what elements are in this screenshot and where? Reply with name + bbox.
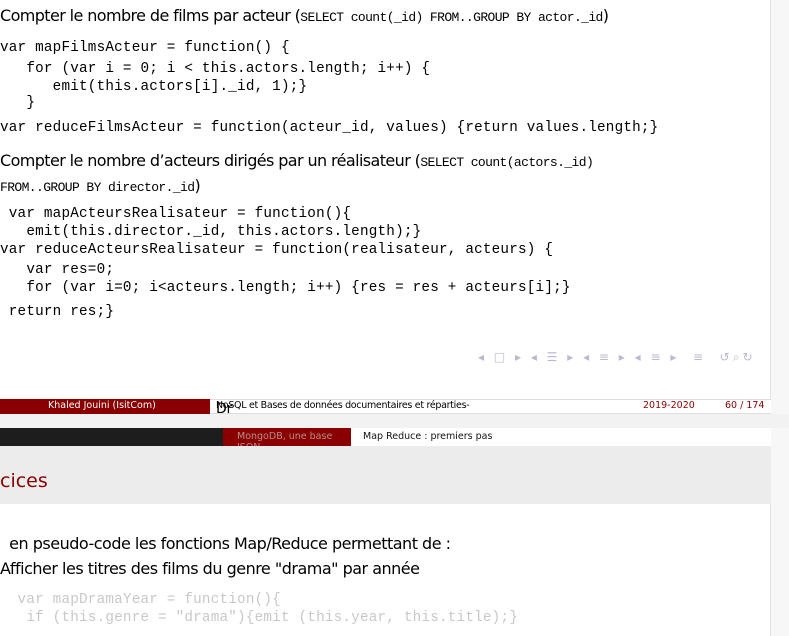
code-line: emit(this.actors[i]._id, 1);} (0, 79, 308, 95)
heading-acteurs-realisateur-line2: FROM..GROUP BY director._id) (0, 176, 201, 195)
beamer-navigation-controls[interactable]: ◂ □ ▸ ◂ ☰ ▸ ◂ ≡ ▸ ◂ ≡ ▸ ≡ ↺⌕↻ (478, 350, 756, 365)
footer-author-box: Khaled Jouini (IsitCom) (0, 399, 210, 414)
heading-films-par-acteur: Compter le nombre de films par acteur (S… (0, 6, 609, 25)
footer-date-page-box: 2019-2020 60 / 174 (494, 399, 771, 414)
code-line: var res=0; (0, 262, 115, 278)
code-line: for (var i=0; i<acteurs.length; i++) {re… (0, 280, 571, 296)
code-line: var reduceActeursRealisateur = function(… (0, 242, 554, 258)
footer-year: 2019-2020 (643, 400, 695, 411)
section-header-bar: MongoDB, une base JSON Map Reduce : prem… (0, 428, 771, 453)
code-line: var mapFilmsActeur = function() { (0, 40, 290, 56)
faded-code-line: var mapDramaYear = function(){ (0, 592, 281, 608)
frame-title-bar: cices (0, 446, 771, 504)
faded-code-line: if (this.genre = "drama"){emit (this.yea… (0, 610, 518, 626)
viewer-right-margin (770, 0, 789, 636)
heading-acteurs-realisateur: Compter le nombre d’acteurs dirigés par … (0, 151, 594, 170)
section-name[interactable]: MongoDB, une base JSON (223, 428, 351, 453)
slide-footer: Khaled Jouini (IsitCom) NoSQL et Bases d… (0, 399, 771, 417)
footer-author: Khaled Jouini (IsitCom) (48, 400, 156, 411)
exercise-item-drama: Afficher les titres des films du genre "… (0, 559, 420, 578)
footer-title-box: NoSQL et Bases de données documentaires … (210, 399, 494, 417)
code-line: return res;} (0, 304, 115, 320)
frame-title: cices (0, 470, 48, 492)
code-line: var mapActeursRealisateur = function(){ (0, 206, 352, 222)
code-line: emit(this.director._id, this.actors.leng… (0, 224, 422, 240)
subsection-name[interactable]: Map Reduce : premiers pas (351, 428, 771, 446)
code-line: var reduceFilmsActeur = function(acteur_… (0, 120, 659, 136)
slide-separator (0, 414, 789, 428)
exercise-instruction: en pseudo-code les fonctions Map/Reduce … (0, 534, 451, 553)
footer-page-number: 60 / 174 (725, 400, 765, 411)
code-line: for (var i = 0; i < this.actors.length; … (0, 61, 431, 77)
code-line: } (0, 95, 36, 111)
